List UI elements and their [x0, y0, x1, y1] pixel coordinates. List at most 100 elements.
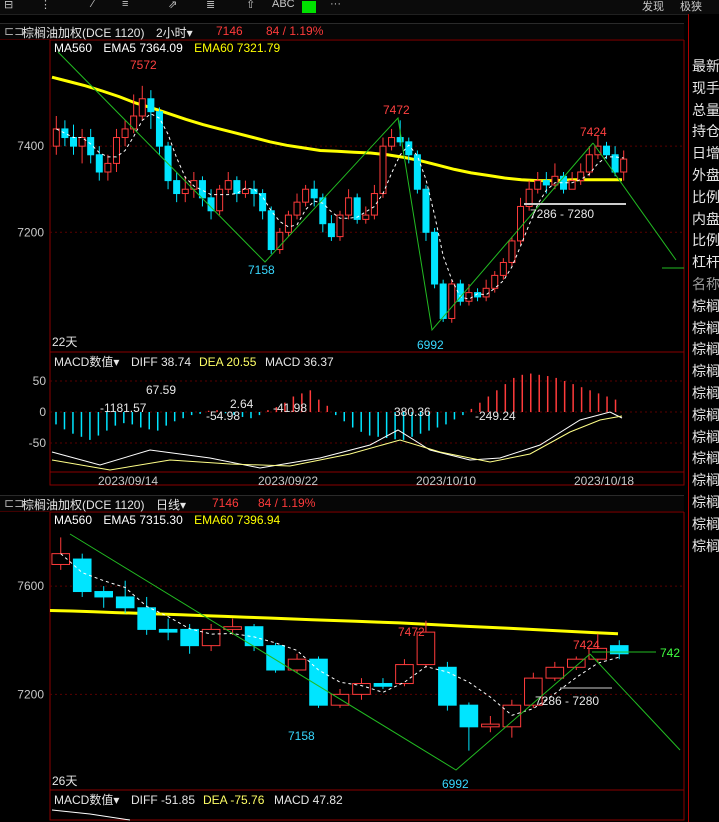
candle-body — [216, 188, 224, 212]
candle-body — [310, 188, 318, 199]
toolbar-icon-4[interactable]: ≡ — [122, 0, 128, 10]
pane2-change: 84 / 1.19% — [258, 496, 316, 510]
pane2-chart[interactable]: 7600 7200 742 7472 7424 7158 6992 7286 - 7280 26… — [0, 512, 686, 822]
sidebar-item[interactable]: 棕榈 — [692, 448, 719, 468]
diff-line — [51, 809, 131, 821]
days-label: 22天 — [52, 335, 77, 349]
sidebar-item[interactable]: 棕榈 — [692, 427, 719, 447]
trendline-zigzag — [57, 51, 594, 332]
candle-body — [266, 645, 285, 671]
candle-body — [395, 664, 414, 685]
toolbar-abc[interactable]: ABC — [272, 0, 295, 10]
color-swatch[interactable] — [302, 1, 316, 13]
days-label: 26天 — [52, 774, 77, 788]
sidebar-item[interactable]: 现手 — [692, 78, 719, 98]
dea-label: DEA 20.55 — [199, 355, 257, 369]
date-label: 2023/10/10 — [416, 474, 476, 488]
toolbar-mode[interactable]: 极狭 — [680, 0, 702, 14]
candle-body — [158, 628, 178, 633]
candle-body — [121, 128, 129, 139]
toolbar-discover[interactable]: 发现 — [642, 0, 664, 14]
dea-label: DEA -75.76 — [203, 793, 265, 807]
candle-body — [330, 693, 350, 706]
toolbar-icon-5[interactable]: ⇗ — [168, 0, 177, 11]
sidebar-item[interactable]: 棕榈 — [692, 296, 719, 316]
price-annotation: 6992 — [442, 777, 469, 791]
pane1-symbol[interactable]: 棕榈油加权(DCE 1120) — [22, 24, 144, 41]
sidebar-item[interactable]: 棕榈 — [692, 514, 719, 534]
candle-body — [577, 171, 585, 182]
candle-body — [448, 283, 456, 319]
sidebar-item[interactable]: 内盘 — [692, 209, 719, 229]
sidebar-item[interactable]: 棕榈 — [692, 470, 719, 490]
toolbar-icon-7[interactable]: ⇧ — [246, 0, 255, 11]
candle-body — [115, 596, 135, 609]
candle-body — [362, 214, 370, 220]
sidebar-item[interactable]: 棕榈 — [692, 339, 719, 359]
candle-body — [545, 666, 565, 679]
candle-body — [267, 210, 275, 251]
candle-body — [431, 231, 439, 285]
candle-body — [465, 292, 473, 302]
candle-body — [551, 175, 559, 186]
y-tick-label: 7200 — [17, 225, 44, 239]
toolbar-icon-1[interactable]: ⊟ — [4, 0, 13, 11]
candle-body — [302, 188, 310, 203]
sidebar-item[interactable]: 棕榈 — [692, 405, 719, 425]
sidebar-item[interactable]: 总量 — [692, 100, 719, 120]
candle-body — [602, 145, 611, 156]
toolbar-icon-3[interactable]: ∕ — [92, 0, 94, 10]
candle-body — [72, 558, 92, 593]
toolbar-more[interactable]: ··· — [330, 0, 341, 10]
pane2-period[interactable]: 日线▾ — [156, 496, 186, 513]
candle-body — [287, 658, 307, 671]
price-annotation: 7158 — [288, 729, 315, 743]
candle-body — [284, 214, 292, 233]
macd-label: MACD 47.82 — [274, 793, 343, 807]
macd-value-label: -1181.57 — [100, 401, 147, 415]
top-toolbar: ⊟ ⋮ ∕ ≡ ⇗ ≣ ⇧ ABC ··· 发现 极狭 — [0, 0, 719, 15]
toolbar-icon-6[interactable]: ≣ — [206, 0, 215, 11]
trendline-down — [589, 653, 681, 751]
candle-body — [137, 607, 156, 630]
pane1-period[interactable]: 2小时▾ — [156, 24, 193, 41]
candle-body — [439, 283, 447, 319]
candle-body — [87, 137, 95, 156]
trendline-down — [592, 142, 677, 261]
price-annotation: 7472 — [398, 625, 425, 639]
y-tick-label: 7200 — [17, 687, 44, 701]
candle-body — [534, 180, 542, 190]
candle-body — [438, 666, 457, 706]
toolbar-icon-2[interactable]: ⋮ — [40, 0, 51, 11]
candle-body — [181, 188, 189, 195]
chart-frame — [49, 512, 685, 821]
sidebar-item[interactable]: 名称 — [692, 274, 719, 294]
candle-body — [69, 137, 78, 147]
candle-body — [373, 683, 393, 687]
price-annotation: 7424 — [580, 125, 607, 139]
sidebar-item[interactable]: 持仓 — [692, 121, 719, 141]
sidebar-item[interactable]: 棕榈 — [692, 361, 719, 381]
diff-label: DIFF -51.85 — [131, 793, 195, 807]
pane1-chart[interactable]: 7400 7200 7572 7472 7424 7158 6992 7286 - 7280 2… — [0, 40, 686, 490]
sidebar-item[interactable]: 日增 — [692, 143, 719, 163]
candle-body — [94, 591, 114, 598]
sidebar-item[interactable]: 棕榈 — [692, 318, 719, 338]
sidebar-item[interactable]: 比例 — [692, 230, 719, 250]
candle-body — [353, 197, 361, 220]
candle-body — [499, 261, 507, 276]
sidebar-item[interactable]: 棕榈 — [692, 383, 719, 403]
pane1-price: 7146 — [216, 24, 243, 38]
pane2-symbol[interactable]: 棕榈油加权(DCE 1120) — [22, 496, 144, 513]
sidebar-item[interactable]: 最新 — [692, 56, 719, 76]
sidebar-item[interactable]: 外盘 — [692, 165, 719, 185]
sidebar-item[interactable]: 棕榈 — [692, 536, 719, 556]
price-annotation: 7572 — [130, 58, 157, 72]
sidebar-item[interactable]: 棕榈 — [692, 492, 719, 512]
date-label: 2023/09/22 — [258, 474, 318, 488]
candle-body — [138, 98, 146, 117]
candle-body — [61, 128, 69, 139]
candle-body — [327, 223, 335, 238]
sidebar-item[interactable]: 杠杆 — [692, 252, 719, 272]
sidebar-item[interactable]: 比例 — [692, 187, 719, 207]
